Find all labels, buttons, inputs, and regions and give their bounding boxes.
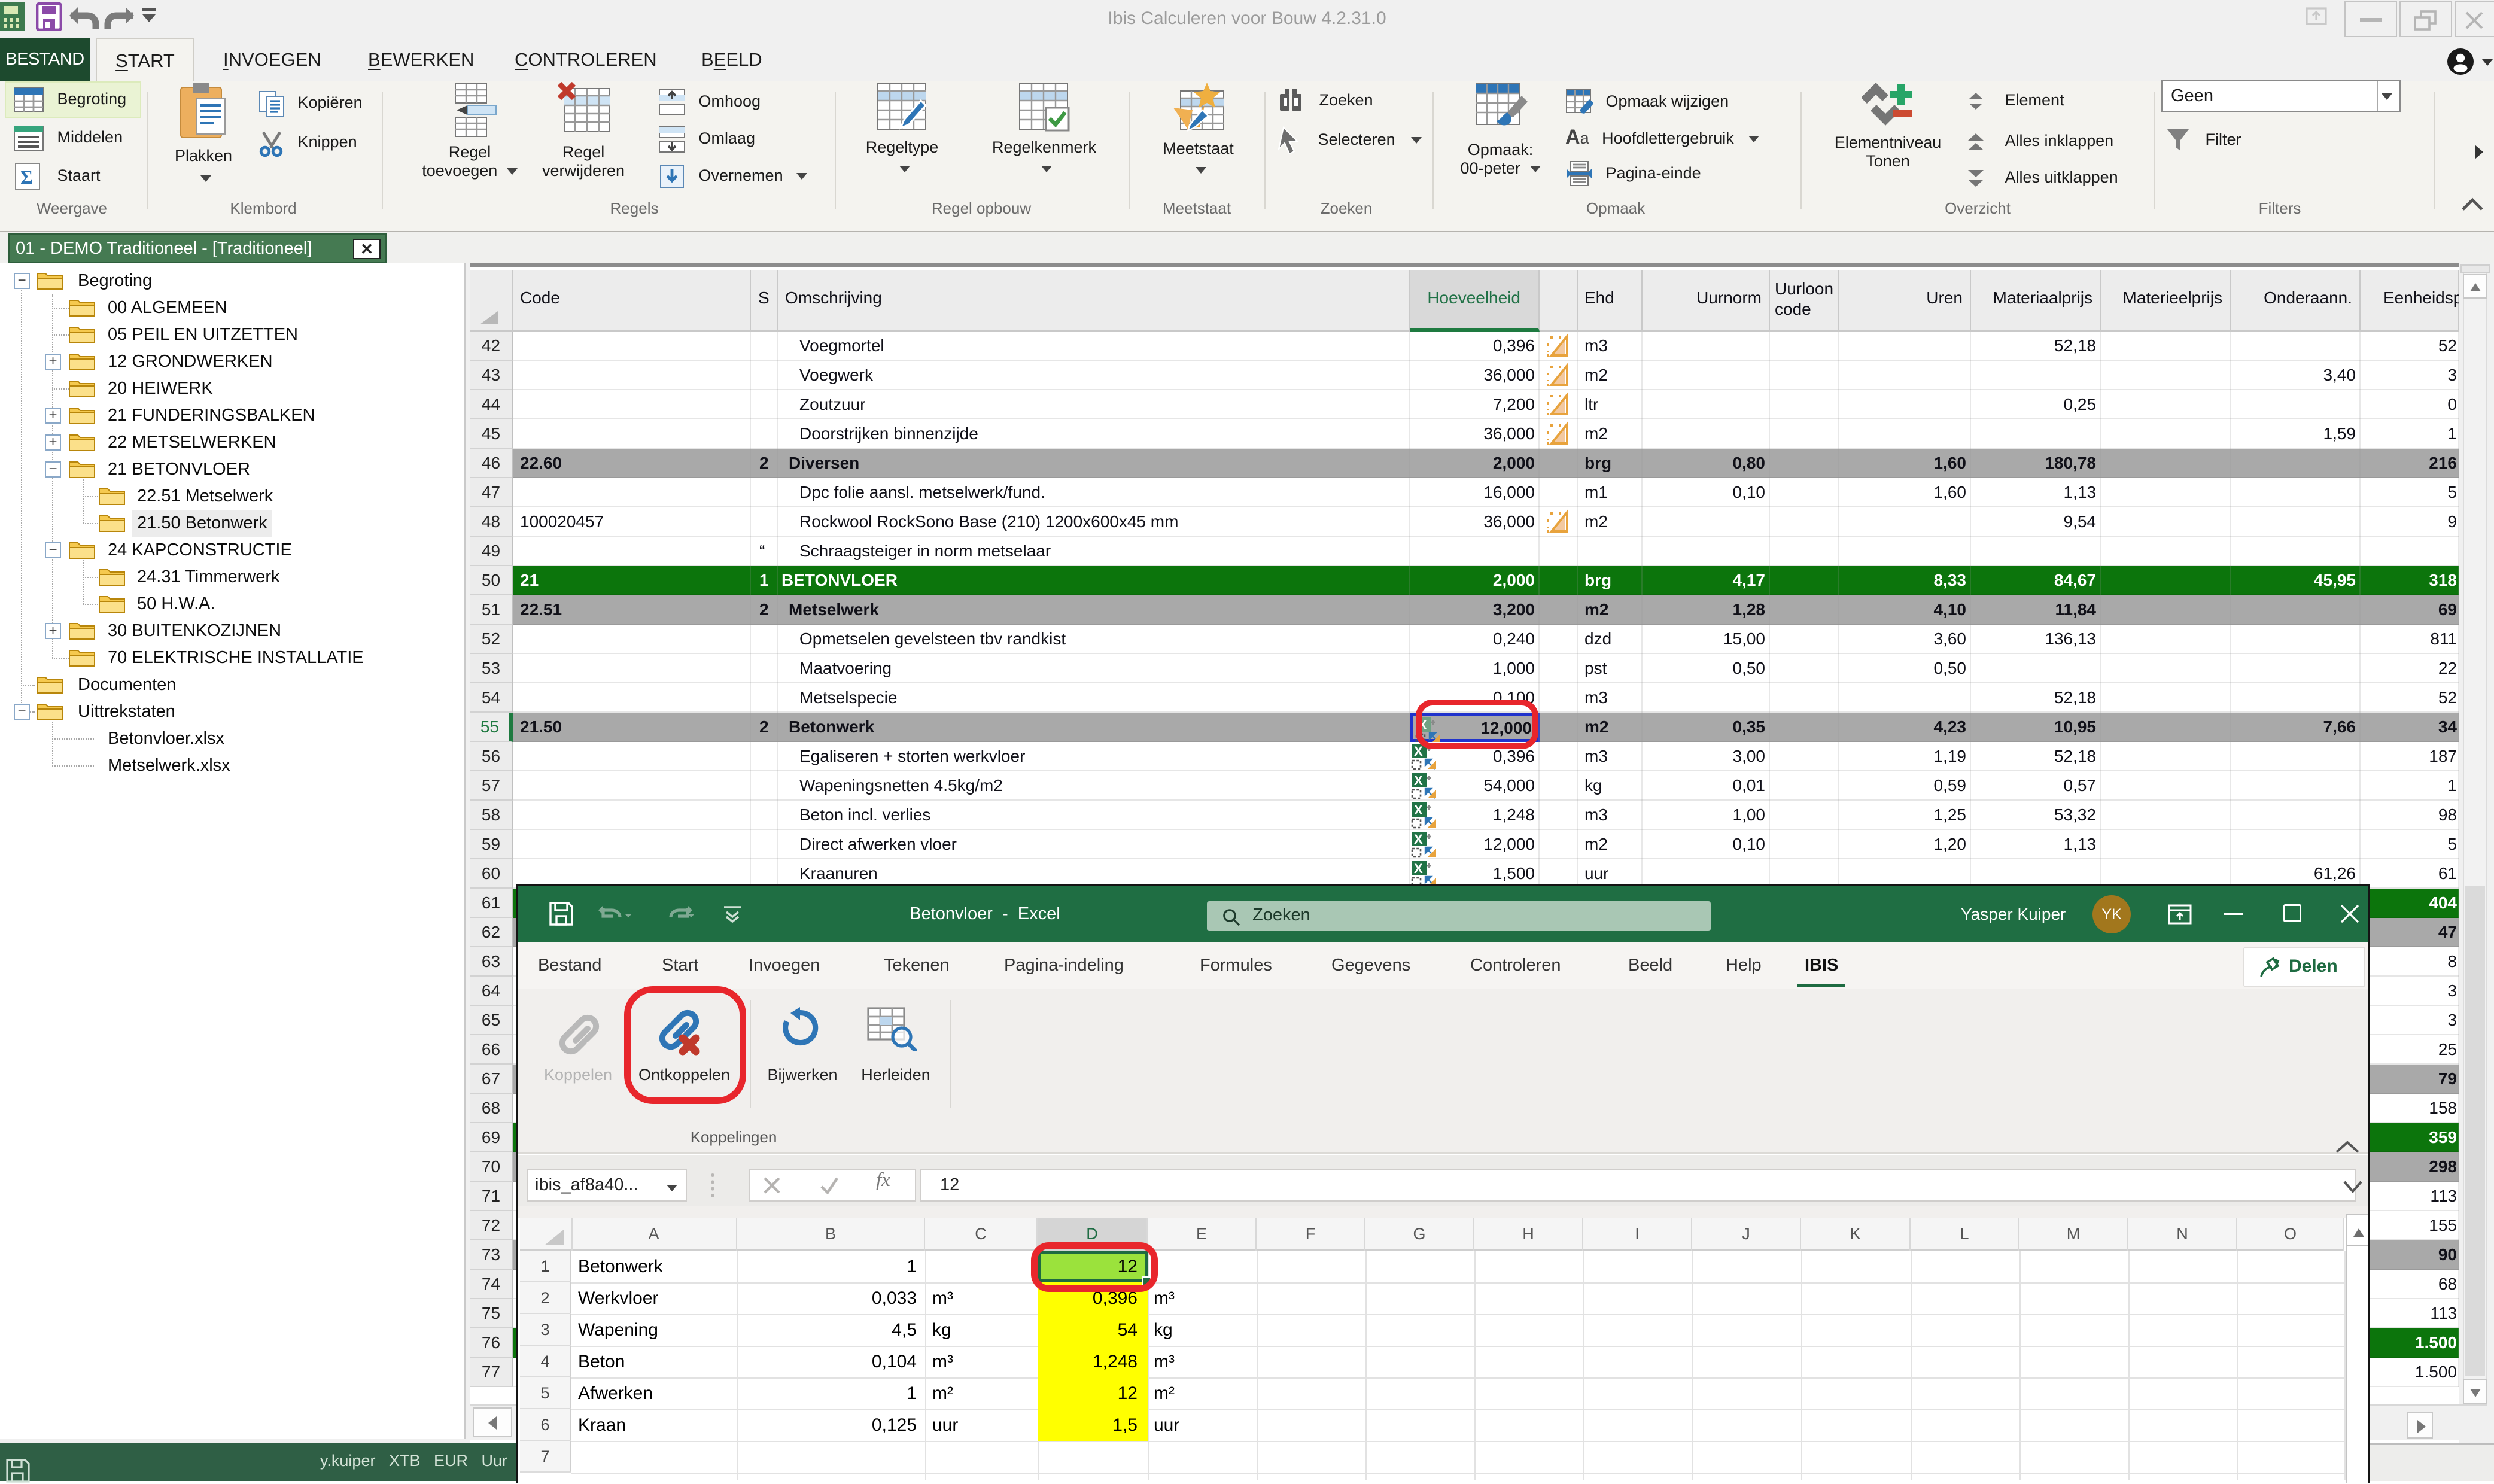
svg-text:X: X: [1414, 861, 1423, 876]
svg-text:Σ: Σ: [20, 166, 33, 188]
svg-text:X: X: [1414, 773, 1423, 788]
svg-text:X: X: [1414, 744, 1423, 759]
svg-text:X: X: [1414, 802, 1423, 817]
svg-text:X: X: [1414, 832, 1423, 847]
